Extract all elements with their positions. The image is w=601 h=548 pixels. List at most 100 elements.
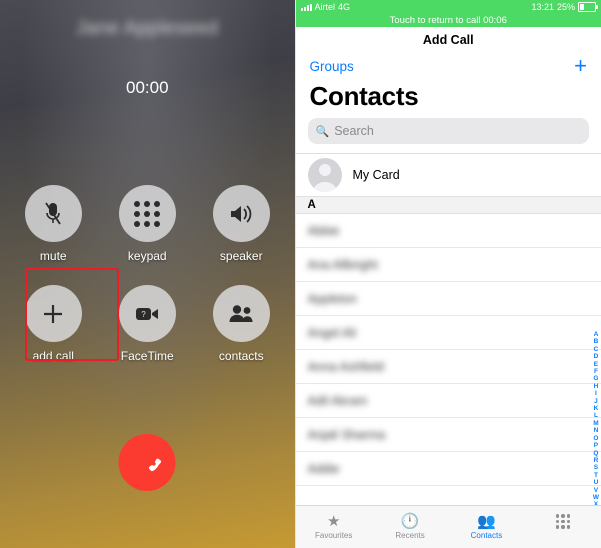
search-wrap: 🔍 Search [295, 118, 601, 153]
index-letter[interactable]: S [594, 464, 598, 471]
index-letter[interactable]: T [594, 472, 598, 479]
index-letter[interactable]: B [594, 338, 599, 345]
index-letter[interactable]: C [594, 346, 599, 353]
contact-name: Angel Ali [307, 325, 357, 340]
tab-label: Contacts [470, 531, 503, 540]
contacts-label: contacts [218, 349, 264, 363]
signal-strength-icon [300, 3, 312, 11]
index-letter[interactable]: F [594, 368, 598, 375]
index-letter[interactable]: A [594, 331, 599, 338]
list-item[interactable]: Ana Allbright [295, 248, 601, 282]
clock-icon: 🕛 [400, 513, 420, 530]
add-contact-button[interactable]: + [574, 55, 587, 77]
list-item[interactable]: Addie [295, 452, 601, 486]
facetime-button[interactable]: ? FaceTime [118, 285, 176, 363]
screenshot-root: Jane Appleseed 00:00 mute keypad speaker… [0, 0, 601, 548]
microphone-mute-icon [24, 185, 82, 242]
keypad-label: keypad [127, 249, 167, 263]
keypad-dots-icon [555, 514, 571, 529]
index-letter[interactable]: P [594, 442, 598, 449]
index-letter[interactable]: H [594, 383, 599, 390]
call-controls-row-1: mute keypad speaker [24, 185, 270, 263]
tab-favourites[interactable]: ★ Favourites [296, 506, 372, 548]
phone-hangup-icon [148, 458, 161, 471]
star-icon: ★ [326, 513, 341, 530]
index-letter[interactable]: M [593, 420, 598, 427]
index-letter[interactable]: L [594, 412, 598, 419]
mute-button[interactable]: mute [24, 185, 82, 263]
contact-name: Anjali Sharma [307, 427, 386, 442]
plus-icon [24, 285, 82, 342]
contacts-list[interactable]: My Card A Abbie Ana Allbright Appleton A… [295, 153, 601, 531]
battery-icon [578, 2, 598, 12]
contact-name: Appleton [307, 291, 357, 306]
facetime-label: FaceTime [120, 349, 174, 363]
contact-name: Addie [307, 461, 340, 476]
section-header-a: A [295, 197, 601, 214]
index-letter[interactable]: N [594, 427, 599, 434]
index-letter[interactable]: U [594, 479, 599, 486]
carrier-label: Airtel [314, 2, 336, 12]
index-letter[interactable]: G [593, 375, 598, 382]
keypad-dots-icon [118, 185, 176, 242]
speaker-button[interactable]: speaker [212, 185, 270, 263]
clock-label: 13:21 [531, 2, 554, 12]
add-call-button[interactable]: add call [24, 285, 82, 363]
status-bar-left: Airtel 4G [300, 2, 350, 12]
list-item[interactable]: Appleton [295, 282, 601, 316]
tab-bar: ★ Favourites 🕛 Recents 👥 Contacts Keypad [295, 505, 601, 548]
index-letter[interactable]: D [594, 353, 599, 360]
call-controls-grid: mute keypad speaker add call ? FaceTime … [0, 185, 295, 363]
keypad-button[interactable]: keypad [118, 185, 176, 263]
return-to-call-banner[interactable]: Touch to return to call 00:06 [295, 14, 601, 27]
groups-button[interactable]: Groups [310, 59, 354, 74]
facetime-video-icon: ? [118, 285, 176, 342]
list-item[interactable]: Anna Ashfield [295, 350, 601, 384]
nav-title: Add Call [295, 27, 601, 52]
my-card-label: My Card [352, 168, 400, 182]
tab-recents[interactable]: 🕛 Recents [372, 506, 448, 548]
index-letter[interactable]: W [593, 494, 599, 501]
speaker-label: speaker [219, 249, 263, 263]
status-bar: Airtel 4G 13:21 25% [295, 0, 601, 14]
list-item[interactable]: Abbie [295, 214, 601, 248]
list-item[interactable]: Adil Akram [295, 384, 601, 418]
index-letter[interactable]: Q [593, 450, 598, 457]
search-input[interactable]: 🔍 Search [307, 118, 589, 144]
index-letter[interactable]: O [593, 435, 598, 442]
contacts-button[interactable]: contacts [212, 285, 270, 363]
index-letter[interactable]: R [594, 457, 599, 464]
end-call-button[interactable] [118, 434, 176, 491]
contacts-screen: Airtel 4G 13:21 25% Touch to return to c… [294, 0, 601, 548]
call-screen: Jane Appleseed 00:00 mute keypad speaker… [0, 0, 295, 548]
speaker-icon [212, 185, 270, 242]
svg-text:?: ? [142, 310, 147, 319]
status-bar-right: 13:21 25% [531, 2, 598, 12]
caller-name: Jane Appleseed [76, 18, 219, 39]
index-letter[interactable]: V [594, 487, 598, 494]
search-placeholder: Search [334, 124, 374, 138]
list-item[interactable]: Anjali Sharma [295, 418, 601, 452]
alphabet-index-bar[interactable]: A B C D E F G H I J K L M N O P Q R S T [593, 331, 599, 531]
page-title: Contacts [295, 77, 601, 118]
nav-row: Groups + [295, 52, 601, 77]
contacts-people-icon [212, 285, 270, 342]
tab-keypad[interactable]: Keypad [525, 506, 601, 548]
index-letter[interactable]: E [594, 361, 598, 368]
list-item[interactable]: Angel Ali [295, 316, 601, 350]
my-card-row[interactable]: My Card [295, 153, 601, 197]
index-letter[interactable]: K [594, 405, 599, 412]
add-call-label: add call [32, 349, 74, 363]
contact-name: Ana Allbright [307, 257, 378, 272]
contact-name: Adil Akram [307, 393, 368, 408]
contact-name: Abbie [307, 223, 340, 238]
call-controls-row-2: add call ? FaceTime contacts [24, 285, 270, 363]
tab-contacts[interactable]: 👥 Contacts [448, 506, 524, 548]
search-icon: 🔍 [315, 125, 330, 138]
contact-name: Anna Ashfield [307, 359, 384, 374]
index-letter[interactable]: I [595, 390, 597, 397]
battery-percent-label: 25% [556, 2, 575, 12]
index-letter[interactable]: J [594, 398, 598, 405]
tab-label: Recents [395, 531, 425, 540]
tab-label: Favourites [315, 531, 353, 540]
